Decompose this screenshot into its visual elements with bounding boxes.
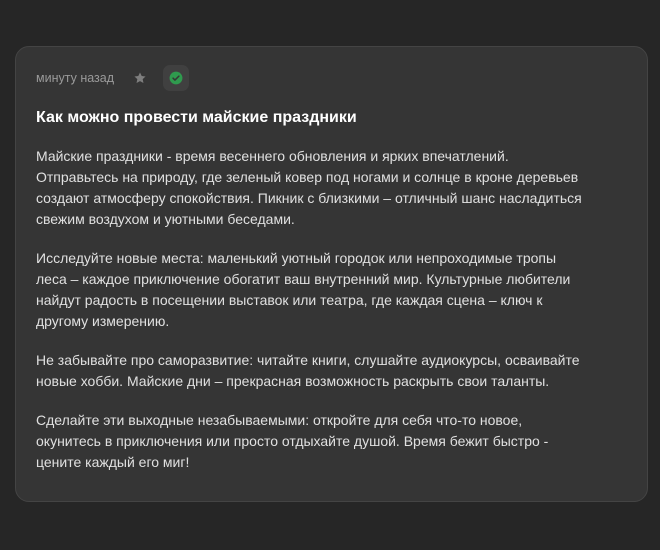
note-timestamp: минуту назад bbox=[36, 71, 115, 85]
note-title: Как можно провести майские праздники bbox=[36, 109, 357, 126]
note-card: минуту назад Как можно провести майские … bbox=[15, 46, 648, 502]
check-circle-icon bbox=[169, 71, 183, 85]
star-icon bbox=[134, 72, 146, 84]
note-paragraph: Не забывайте про саморазвитие: читайте к… bbox=[36, 352, 580, 389]
note-paragraph: Исследуйте новые места: маленький уютный… bbox=[36, 250, 571, 329]
done-button[interactable] bbox=[163, 65, 190, 91]
note-paragraph: Майские праздники - время весеннего обно… bbox=[36, 148, 582, 227]
note-body: Майские праздники - время весеннего обно… bbox=[36, 146, 627, 473]
note-paragraph: Сделайте эти выходные незабываемыми: отк… bbox=[36, 412, 549, 470]
note-meta-row: минуту назад bbox=[36, 65, 627, 91]
favorite-button[interactable] bbox=[127, 65, 153, 91]
